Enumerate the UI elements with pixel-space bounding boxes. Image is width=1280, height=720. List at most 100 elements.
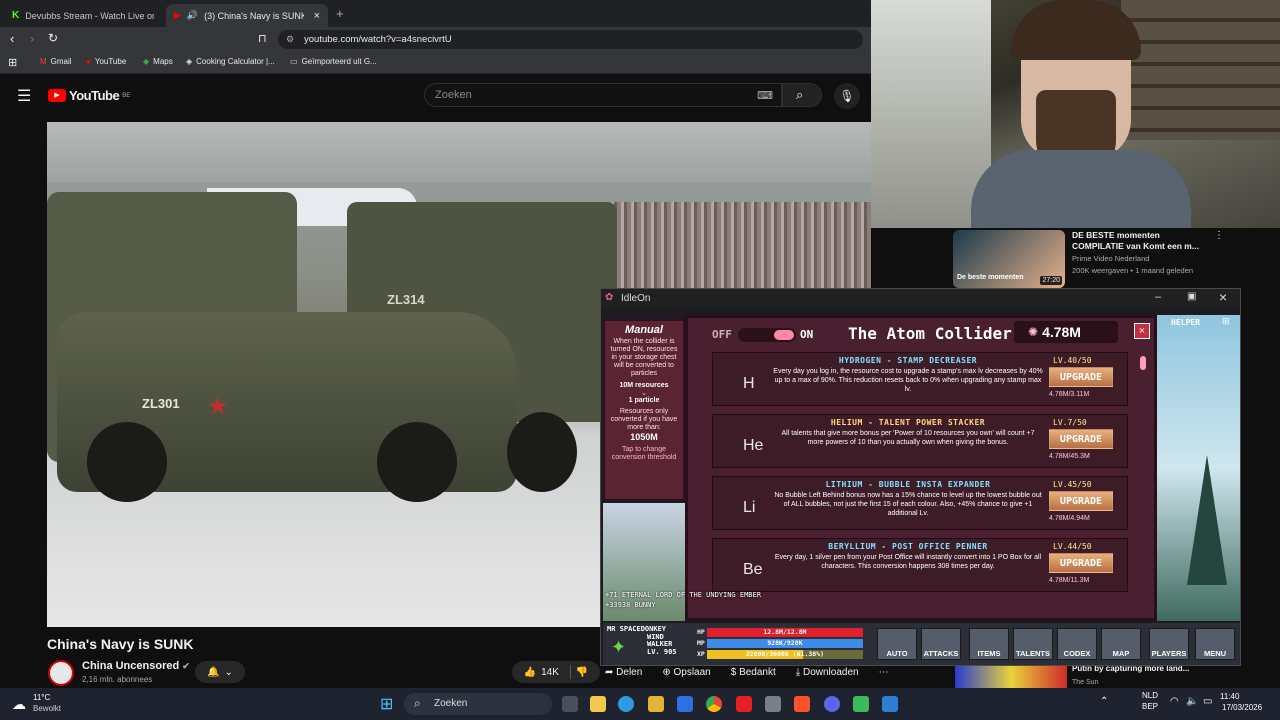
download-button[interactable]: ⤓ Downloaden [796,667,859,678]
taskbar-search[interactable]: ⌕ Zoeken [404,693,552,715]
save-label: Opslaan [673,666,711,678]
task-view-icon[interactable] [562,696,578,712]
close-collider-button[interactable]: × [1134,323,1150,339]
site-info-icon[interactable]: ⚙ [286,34,294,45]
recommended-channel[interactable]: The Sun [1072,679,1098,686]
video-thumbnail[interactable] [955,664,1067,688]
upgrade-cost: 4.78M/11.3M [1049,577,1090,584]
clock-date[interactable]: 17/03/2026 [1222,703,1262,712]
keyboard-icon[interactable]: ⌨ [757,89,773,102]
upgrade-button[interactable]: UPGRADE [1049,429,1113,449]
chrome-icon[interactable] [706,696,722,712]
close-icon: × [1138,325,1146,337]
toggle-off-label[interactable]: OFF [712,328,732,341]
hud-items-button[interactable]: ITEMS [969,628,1009,660]
edge-icon[interactable] [618,696,634,712]
hud-menu-button[interactable]: MENU [1195,628,1235,660]
upgrade-button[interactable]: UPGRADE [1049,491,1113,511]
back-icon[interactable]: ‹ [10,31,14,46]
atom-row-beryllium: BERYLLIUM - POST OFFICE PENNER Every day… [712,538,1128,592]
close-tab-icon[interactable]: × [314,10,320,22]
search-button[interactable]: ⌕ [782,83,822,107]
save-button[interactable]: ⊕ Opslaan [662,667,710,678]
weather-icon[interactable]: ☁ [12,696,26,713]
bookmark-cooking[interactable]: ◈ Cooking Calculator |... [186,57,275,66]
expand-icon[interactable]: ⊞ [1222,316,1230,327]
recommended-channel[interactable]: Prime Video Nederland [1072,254,1149,263]
volume-icon[interactable]: 🔈 [1186,696,1198,707]
idleon-window[interactable]: ✿ IdleOn – ▣ × HELPER ⊞ Manual When the … [600,288,1241,666]
mail-icon[interactable] [677,696,693,712]
keyboard-layout[interactable]: BEP [1142,702,1158,711]
windows-start-icon[interactable]: ⊞ [380,694,393,714]
calculator-icon[interactable] [765,696,781,712]
threshold-hint[interactable]: Tap to change conversion threshold [608,446,680,462]
upgrade-cost: 4.78M/4.94M [1049,515,1090,522]
file-explorer-icon[interactable] [590,696,606,712]
youtube-app-icon[interactable] [736,696,752,712]
notification-button[interactable]: 🔔 ⌄ [195,661,245,683]
wifi-icon[interactable]: ◠ [1170,696,1179,707]
tab-youtube[interactable]: ▶ 🔊 (3) China's Navy is SUNK - Yo × [166,4,328,27]
idleon-taskbar-icon[interactable] [853,696,869,712]
bookmark-youtube[interactable]: ● YouTube [86,57,126,66]
weather-description[interactable]: Bewolkt [33,704,61,713]
collider-toggle[interactable] [738,328,796,342]
upgrade-button[interactable]: UPGRADE [1049,367,1113,387]
recommended-title[interactable]: DE BESTE momenten COMPILATIE van Komt ee… [1072,230,1212,252]
atom-title: HELIUM - TALENT POWER STACKER [830,418,986,427]
hud-codex-button[interactable]: CODEX [1057,628,1097,660]
bookmark-gmail[interactable]: M Gmail [40,57,72,66]
chevron-up-icon[interactable]: ⌃ [1100,696,1108,707]
search-input[interactable]: Zoeken ⌨ [424,83,782,107]
weather-temperature[interactable]: 11°C [33,693,50,702]
like-button[interactable]: 👍 14K 👎 [512,661,600,683]
video-thumbnail[interactable]: De beste momenten 27:20 [953,230,1065,288]
brave-icon[interactable] [794,696,810,712]
channel-avatar[interactable] [48,660,74,686]
app-icon[interactable] [882,696,898,712]
atom-row-lithium: LITHIUM - BUBBLE INSTA EXPANDER No Bubbl… [712,476,1128,530]
thanks-button[interactable]: $ Bedankt [731,667,776,678]
apps-icon[interactable]: ⊞ [8,56,17,69]
channel-name[interactable]: China Uncensored ✔ [82,660,190,672]
bookmark-icon[interactable]: ⊓ [258,32,267,45]
hud-auto-button[interactable]: AUTO [877,628,917,660]
upgrade-button[interactable]: UPGRADE [1049,553,1113,573]
manual-panel: Manual When the collider is turned ON, r… [603,319,685,501]
share-button[interactable]: ➦ Delen [605,667,642,678]
folder-icon[interactable] [648,696,664,712]
threshold-value[interactable]: 1050M [608,432,680,442]
tab-devubbs[interactable]: K Devubbs Stream - Watch Live on [4,4,162,27]
hud-players-button[interactable]: PLAYERS [1149,628,1189,660]
forward-icon[interactable]: › [30,31,34,46]
recommended-video[interactable]: De beste momenten 27:20 DE BESTE momente… [871,228,1280,290]
helper-label[interactable]: HELPER [1171,318,1200,327]
discord-icon[interactable] [824,696,840,712]
scrollbar-thumb[interactable] [1140,356,1146,370]
youtube-logo[interactable]: ▶ YouTube BE [48,88,130,103]
close-window-icon[interactable]: × [1219,289,1227,305]
url-field[interactable]: youtube.com/watch?v=a4snecivrtU [278,30,863,49]
toggle-on-label[interactable]: ON [800,328,813,341]
bookmark-folder[interactable]: ▭ Geïmporteerd uit G... [290,57,377,66]
battery-icon[interactable]: ▭ [1203,696,1212,707]
reload-icon[interactable]: ↻ [48,31,58,45]
more-actions-icon[interactable]: ⋯ [879,667,889,678]
more-options-icon[interactable]: ⋮ [1214,230,1224,241]
new-tab-button[interactable]: + [336,6,344,21]
hud-map-button[interactable]: MAP [1101,628,1141,660]
maximize-icon[interactable]: ▣ [1187,291,1196,302]
clock-time[interactable]: 11:40 [1220,692,1239,701]
minimize-icon[interactable]: – [1155,291,1161,303]
bookmark-maps[interactable]: ◆ Maps [143,57,173,66]
hud-talents-button[interactable]: TALENTS [1013,628,1053,660]
voice-search-button[interactable]: 🎙 [834,83,860,109]
language-code[interactable]: NLD [1142,691,1158,700]
browser-tab-bar: K Devubbs Stream - Watch Live on ▶ 🔊 (3)… [0,0,871,27]
thumbnail-text: De beste momenten [957,274,1024,281]
hud-attacks-button[interactable]: ATTACKS [921,628,961,660]
share-label: Delen [616,666,643,678]
menu-icon[interactable]: ☰ [17,86,31,106]
particle-counter: ✺ 4.78M [1014,321,1118,343]
